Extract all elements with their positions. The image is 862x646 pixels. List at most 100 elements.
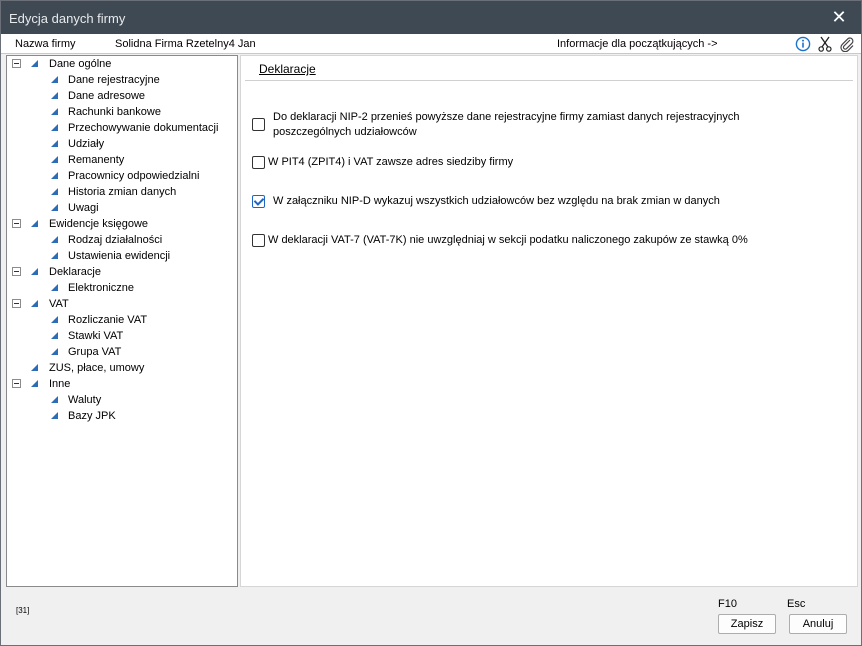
tree-item-bazy-jpk[interactable]: Bazy JPK xyxy=(7,408,235,424)
tree-node-icon xyxy=(51,252,58,259)
tree-item-stawki-vat[interactable]: Stawki VAT xyxy=(7,328,235,344)
info-icon[interactable] xyxy=(795,36,811,52)
company-name-label: Nazwa firmy xyxy=(15,38,76,50)
tree-item-rachunki-bankowe[interactable]: Rachunki bankowe xyxy=(7,104,235,120)
form-code: [31] xyxy=(16,606,30,615)
tree-group-ewidencje-ksiegowe[interactable]: Ewidencje księgowe xyxy=(7,216,235,232)
tree-node-icon xyxy=(31,220,38,227)
tree-node-icon xyxy=(51,236,58,243)
tree-node-icon xyxy=(51,396,58,403)
cancel-button[interactable]: Anuluj xyxy=(789,614,847,634)
tree-item-label: Ustawienia ewidencji xyxy=(68,250,171,262)
tree-item-label: Historia zmian danych xyxy=(68,186,177,198)
tree-item-dane-adresowe[interactable]: Dane adresowe xyxy=(7,88,235,104)
collapse-icon[interactable] xyxy=(12,299,21,308)
close-icon[interactable]: ✕ xyxy=(829,7,849,27)
tree-item-rozliczanie-vat[interactable]: Rozliczanie VAT xyxy=(7,312,235,328)
nip2-transfer-label-line1: Do deklaracji NIP-2 przenieś powyższe da… xyxy=(273,111,740,123)
tree-item-label: Pracownicy odpowiedzialni xyxy=(68,170,200,182)
tree-item-dane-rejestracyjne[interactable]: Dane rejestracyjne xyxy=(7,72,235,88)
beginners-info-link[interactable]: Informacje dla początkujących -> xyxy=(557,38,718,50)
tree-group-label: Ewidencje księgowe xyxy=(49,218,149,230)
tree-node-icon xyxy=(31,60,38,67)
tree-group-vat[interactable]: VAT xyxy=(7,296,235,312)
tree-item-uwagi[interactable]: Uwagi xyxy=(7,200,235,216)
tree-node-icon xyxy=(51,284,58,291)
tree-item-label: Rachunki bankowe xyxy=(68,106,161,118)
tree-node-icon xyxy=(51,204,58,211)
vat7-zero-rate-label: W deklaracji VAT-7 (VAT-7K) nie uwzględn… xyxy=(268,234,748,246)
paperclip-icon[interactable] xyxy=(839,36,855,52)
tree-group-label: Dane ogólne xyxy=(49,58,112,70)
vat7-zero-rate-checkbox[interactable] xyxy=(252,234,265,247)
settings-tree: Dane ogólne Dane rejestracyjne Dane adreso… xyxy=(6,55,238,587)
window-title: Edycja danych firmy xyxy=(9,11,126,26)
title-bar: Edycja danych firmy ✕ xyxy=(1,1,861,34)
tree-node-icon xyxy=(31,364,38,371)
tree-group-dane-ogolne[interactable]: Dane ogólne xyxy=(7,56,235,72)
dialog-window: Edycja danych firmy ✕ Nazwa firmy Solidn… xyxy=(0,0,862,646)
tree-node-icon xyxy=(51,412,58,419)
tree-item-label: Uwagi xyxy=(68,202,99,214)
tree-node-icon xyxy=(51,156,58,163)
tree-group-inne[interactable]: Inne xyxy=(7,376,235,392)
tree-node-icon xyxy=(51,188,58,195)
tree-group-label: Inne xyxy=(49,378,71,390)
company-info-bar: Nazwa firmy Solidna Firma Rzetelny4 Jan … xyxy=(1,34,861,54)
section-divider xyxy=(245,80,853,81)
pit4-address-label: W PIT4 (ZPIT4) i VAT zawsze adres siedzi… xyxy=(268,156,514,168)
collapse-icon[interactable] xyxy=(12,267,21,276)
tree-group-label: ZUS, płace, umowy xyxy=(49,362,145,374)
nipd-all-shareholders-label: W załączniku NIP-D wykazuj wszystkich ud… xyxy=(273,195,720,207)
save-shortcut-hint: F10 xyxy=(718,598,737,610)
tree-node-icon xyxy=(51,316,58,323)
tree-group-deklaracje[interactable]: Deklaracje xyxy=(7,264,235,280)
tree-node-icon xyxy=(51,140,58,147)
tree-node-icon xyxy=(31,300,38,307)
declarations-panel: Deklaracje Do deklaracji NIP-2 przenieś … xyxy=(240,55,858,587)
tree-node-icon xyxy=(51,76,58,83)
scissors-icon[interactable] xyxy=(817,36,833,52)
company-name-value: Solidna Firma Rzetelny4 Jan xyxy=(115,38,256,50)
tree-item-przechowywanie-dokumentacji[interactable]: Przechowywanie dokumentacji xyxy=(7,120,235,136)
tree-item-label: Waluty xyxy=(68,394,102,406)
collapse-icon[interactable] xyxy=(12,379,21,388)
section-title: Deklaracje xyxy=(259,62,316,76)
tree-item-rodzaj-dzialalnosci[interactable]: Rodzaj działalności xyxy=(7,232,235,248)
tree-item-pracownicy-odpowiedzialni[interactable]: Pracownicy odpowiedzialni xyxy=(7,168,235,184)
tree-item-label: Udziały xyxy=(68,138,105,150)
nipd-all-shareholders-checkbox[interactable] xyxy=(252,195,265,208)
tree-item-label: Przechowywanie dokumentacji xyxy=(68,122,219,134)
tree-group-zus-place-umowy[interactable]: ZUS, płace, umowy xyxy=(7,360,235,376)
pit4-address-checkbox[interactable] xyxy=(252,156,265,169)
cancel-shortcut-hint: Esc xyxy=(787,598,806,610)
tree-item-ustawienia-ewidencji[interactable]: Ustawienia ewidencji xyxy=(7,248,235,264)
tree-group-label: Deklaracje xyxy=(49,266,101,278)
tree-item-label: Rodzaj działalności xyxy=(68,234,163,246)
save-button[interactable]: Zapisz xyxy=(718,614,776,634)
tree-node-icon xyxy=(31,268,38,275)
tree-node-icon xyxy=(51,332,58,339)
collapse-icon[interactable] xyxy=(12,59,21,68)
nip2-transfer-checkbox[interactable] xyxy=(252,118,265,131)
tree-item-remanenty[interactable]: Remanenty xyxy=(7,152,235,168)
tree-item-label: Bazy JPK xyxy=(68,410,116,422)
tree-item-grupa-vat[interactable]: Grupa VAT xyxy=(7,344,235,360)
collapse-icon[interactable] xyxy=(12,219,21,228)
tree-item-label: Grupa VAT xyxy=(68,346,122,358)
tree-item-udzialy[interactable]: Udziały xyxy=(7,136,235,152)
tree-item-waluty[interactable]: Waluty xyxy=(7,392,235,408)
tree-node-icon xyxy=(51,92,58,99)
tree-item-historia-zmian-danych[interactable]: Historia zmian danych xyxy=(7,184,235,200)
tree-node-icon xyxy=(51,108,58,115)
tree-item-label: Remanenty xyxy=(68,154,125,166)
tree-item-elektroniczne[interactable]: Elektroniczne xyxy=(7,280,235,296)
tree-item-label: Dane rejestracyjne xyxy=(68,74,160,86)
tree-node-icon xyxy=(51,172,58,179)
tree-node-icon xyxy=(51,348,58,355)
tree-item-label: Stawki VAT xyxy=(68,330,124,342)
tree-node-icon xyxy=(31,380,38,387)
tree-item-label: Dane adresowe xyxy=(68,90,146,102)
tree-item-label: Elektroniczne xyxy=(68,282,135,294)
tree-node-icon xyxy=(51,124,58,131)
